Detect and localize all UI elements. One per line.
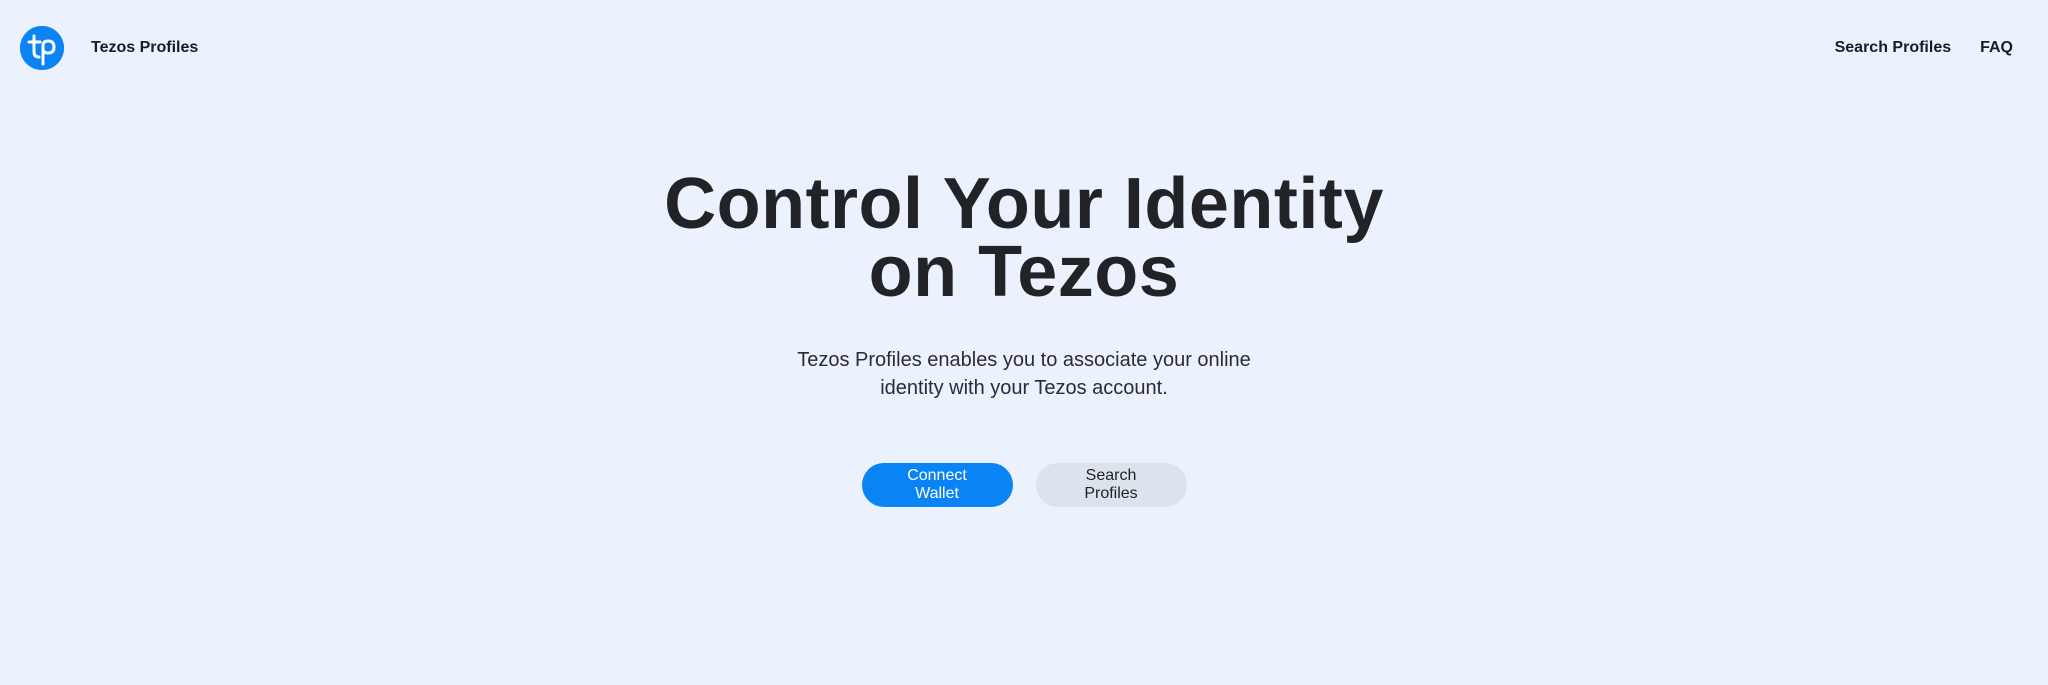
hero-title-line-1: Control Your Identity xyxy=(664,164,1384,244)
hero-subtitle: Tezos Profiles enables you to associate … xyxy=(789,346,1259,402)
hero-title-line-2: on Tezos xyxy=(868,232,1180,312)
hero-subtitle-line-2: identity with your Tezos account. xyxy=(880,377,1168,399)
nav-faq-link[interactable]: FAQ xyxy=(1980,38,2013,58)
connect-wallet-button[interactable]: Connect Wallet xyxy=(861,463,1013,507)
tezos-profiles-logo-icon[interactable] xyxy=(20,26,64,70)
search-profiles-button[interactable]: Search Profiles xyxy=(1035,463,1187,507)
hero-subtitle-line-1: Tezos Profiles enables you to associate … xyxy=(797,349,1251,371)
hero-actions: Connect Wallet Search Profiles xyxy=(0,463,2048,507)
brand-name[interactable]: Tezos Profiles xyxy=(91,38,198,58)
nav-search-profiles-link[interactable]: Search Profiles xyxy=(1835,38,1952,58)
hero-section: Control Your Identity on Tezos Tezos Pro… xyxy=(0,164,2048,507)
hero-title: Control Your Identity on Tezos xyxy=(574,164,1474,312)
nav-links: Search Profiles FAQ xyxy=(1835,38,2013,58)
top-navbar: Tezos Profiles Search Profiles FAQ xyxy=(0,0,2048,100)
